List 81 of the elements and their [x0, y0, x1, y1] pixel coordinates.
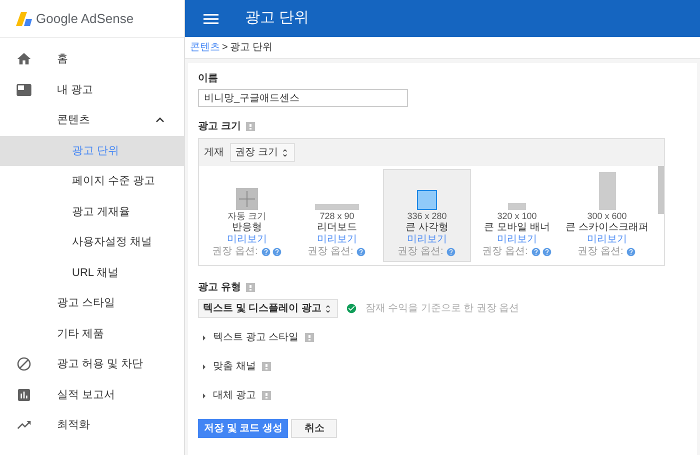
sidebar-item[interactable]: 콘텐츠 — [0, 105, 184, 136]
size-name: 반응형 — [232, 222, 262, 234]
save-button[interactable]: 저장 및 코드 생성 — [198, 419, 288, 438]
help-icon[interactable] — [262, 362, 271, 371]
section-toggle[interactable]: 대체 광고 — [198, 388, 687, 403]
home-icon — [16, 51, 32, 68]
ad-size-preview — [508, 203, 526, 210]
breadcrumb-separator: > — [222, 41, 228, 55]
hint-text: 권장 옵션: — [578, 246, 624, 258]
page-title: 광고 단위 — [245, 8, 310, 28]
size-name: 큰 사각형 — [406, 222, 448, 234]
sidebar-item[interactable]: 최적화 — [0, 410, 184, 440]
name-field[interactable]: 비니망_구글애드센스 — [198, 89, 408, 107]
ad-type-select[interactable]: 텍스트 및 디스플레이 광고 — [198, 299, 338, 318]
help-icon[interactable] — [542, 247, 552, 257]
logo-text: Google AdSense — [36, 10, 134, 28]
help-icon[interactable] — [246, 122, 255, 131]
size-option[interactable]: 300 x 600 큰 스카이스크래퍼 미리보기 권장 옵션: — [563, 169, 651, 262]
ad-size-preview — [417, 190, 437, 210]
size-name: 리더보드 — [317, 222, 357, 234]
sidebar-item[interactable]: 광고 스타일 — [0, 288, 184, 318]
logo-icon — [16, 12, 32, 26]
section-toggle[interactable]: 맞춤 채널 — [198, 359, 687, 374]
sidebar-item[interactable]: URL 채널 — [0, 258, 184, 288]
ad-unit-icon — [16, 82, 32, 98]
section-label: 맞춤 채널 — [213, 360, 256, 374]
section-label: 텍스트 광고 스타일 — [213, 331, 299, 345]
sidebar-item[interactable]: 실적 보고서 — [0, 380, 184, 410]
help-icon[interactable] — [530, 247, 541, 257]
help-icon[interactable] — [446, 247, 456, 257]
section-toggle[interactable]: 텍스트 광고 스타일 — [198, 330, 687, 345]
sidebar-item[interactable]: 페이지 수준 광고 — [0, 166, 184, 196]
sidebar-item[interactable]: 사용자설정 채널 — [0, 227, 184, 258]
filter-select[interactable]: 권장 크기 — [230, 143, 295, 162]
help-icon[interactable] — [260, 247, 271, 257]
size-dimensions: 자동 크기 — [228, 211, 266, 222]
size-name: 큰 모바일 배너 — [484, 222, 550, 234]
preview-link[interactable]: 미리보기 — [227, 234, 267, 246]
sidebar-item[interactable]: 내 광고 — [0, 74, 184, 105]
recommend-note: 잠재 수익을 기준으로 한 권장 옵션 — [365, 302, 520, 316]
sidebar-item[interactable]: 기타 제품 — [0, 318, 184, 349]
ad-size-preview — [315, 204, 359, 210]
help-icon[interactable] — [356, 247, 366, 257]
filter-label: 게재 — [204, 146, 224, 160]
scrollbar[interactable] — [658, 166, 664, 214]
resize-icon — [236, 188, 258, 210]
size-dimensions: 728 x 90 — [320, 211, 354, 222]
help-icon[interactable] — [246, 283, 255, 292]
sidebar-item[interactable]: 광고 게재율 — [0, 196, 184, 227]
hint-text: 권장 옵션: — [212, 246, 258, 258]
preview-link[interactable]: 미리보기 — [587, 234, 627, 246]
preview-link[interactable]: 미리보기 — [317, 234, 357, 246]
breadcrumb-current: 광고 단위 — [230, 41, 273, 55]
size-name: 큰 스카이스크래퍼 — [566, 222, 648, 234]
check-icon — [346, 303, 358, 314]
field-label: 이름 — [198, 72, 219, 86]
block-icon — [16, 356, 32, 372]
field-label: 광고 크기 — [198, 120, 241, 134]
cancel-button[interactable]: 취소 — [291, 419, 338, 438]
help-icon[interactable] — [626, 247, 636, 257]
size-dimensions: 300 x 600 — [587, 211, 627, 222]
breadcrumb-link[interactable]: 콘텐츠 — [190, 40, 220, 55]
field-label: 광고 유형 — [198, 281, 241, 295]
size-option[interactable]: 자동 크기 반응형 미리보기 권장 옵션: — [203, 169, 291, 262]
size-dimensions: 320 x 100 — [497, 211, 537, 222]
preview-link[interactable]: 미리보기 — [497, 234, 537, 246]
size-option[interactable]: 320 x 100 큰 모바일 배너 미리보기 권장 옵션: — [473, 169, 561, 262]
hint-text: 권장 옵션: — [482, 246, 528, 258]
ad-size-preview — [598, 172, 616, 210]
help-icon[interactable] — [304, 333, 314, 342]
hint-text: 권장 옵션: — [398, 246, 444, 258]
size-option[interactable]: 728 x 90 리더보드 미리보기 권장 옵션: — [293, 169, 381, 262]
help-icon[interactable] — [272, 247, 282, 257]
hint-text: 권장 옵션: — [308, 246, 354, 258]
sidebar-item[interactable]: 홈 — [0, 44, 184, 74]
sidebar-item[interactable]: 광고 허용 및 차단 — [0, 349, 184, 380]
help-icon[interactable] — [262, 391, 271, 400]
size-option[interactable]: 336 x 280 큰 사각형 미리보기 권장 옵션: — [383, 169, 471, 262]
size-dimensions: 336 x 280 — [407, 211, 447, 222]
bar-chart-icon — [16, 386, 32, 403]
section-label: 대체 광고 — [213, 389, 256, 403]
